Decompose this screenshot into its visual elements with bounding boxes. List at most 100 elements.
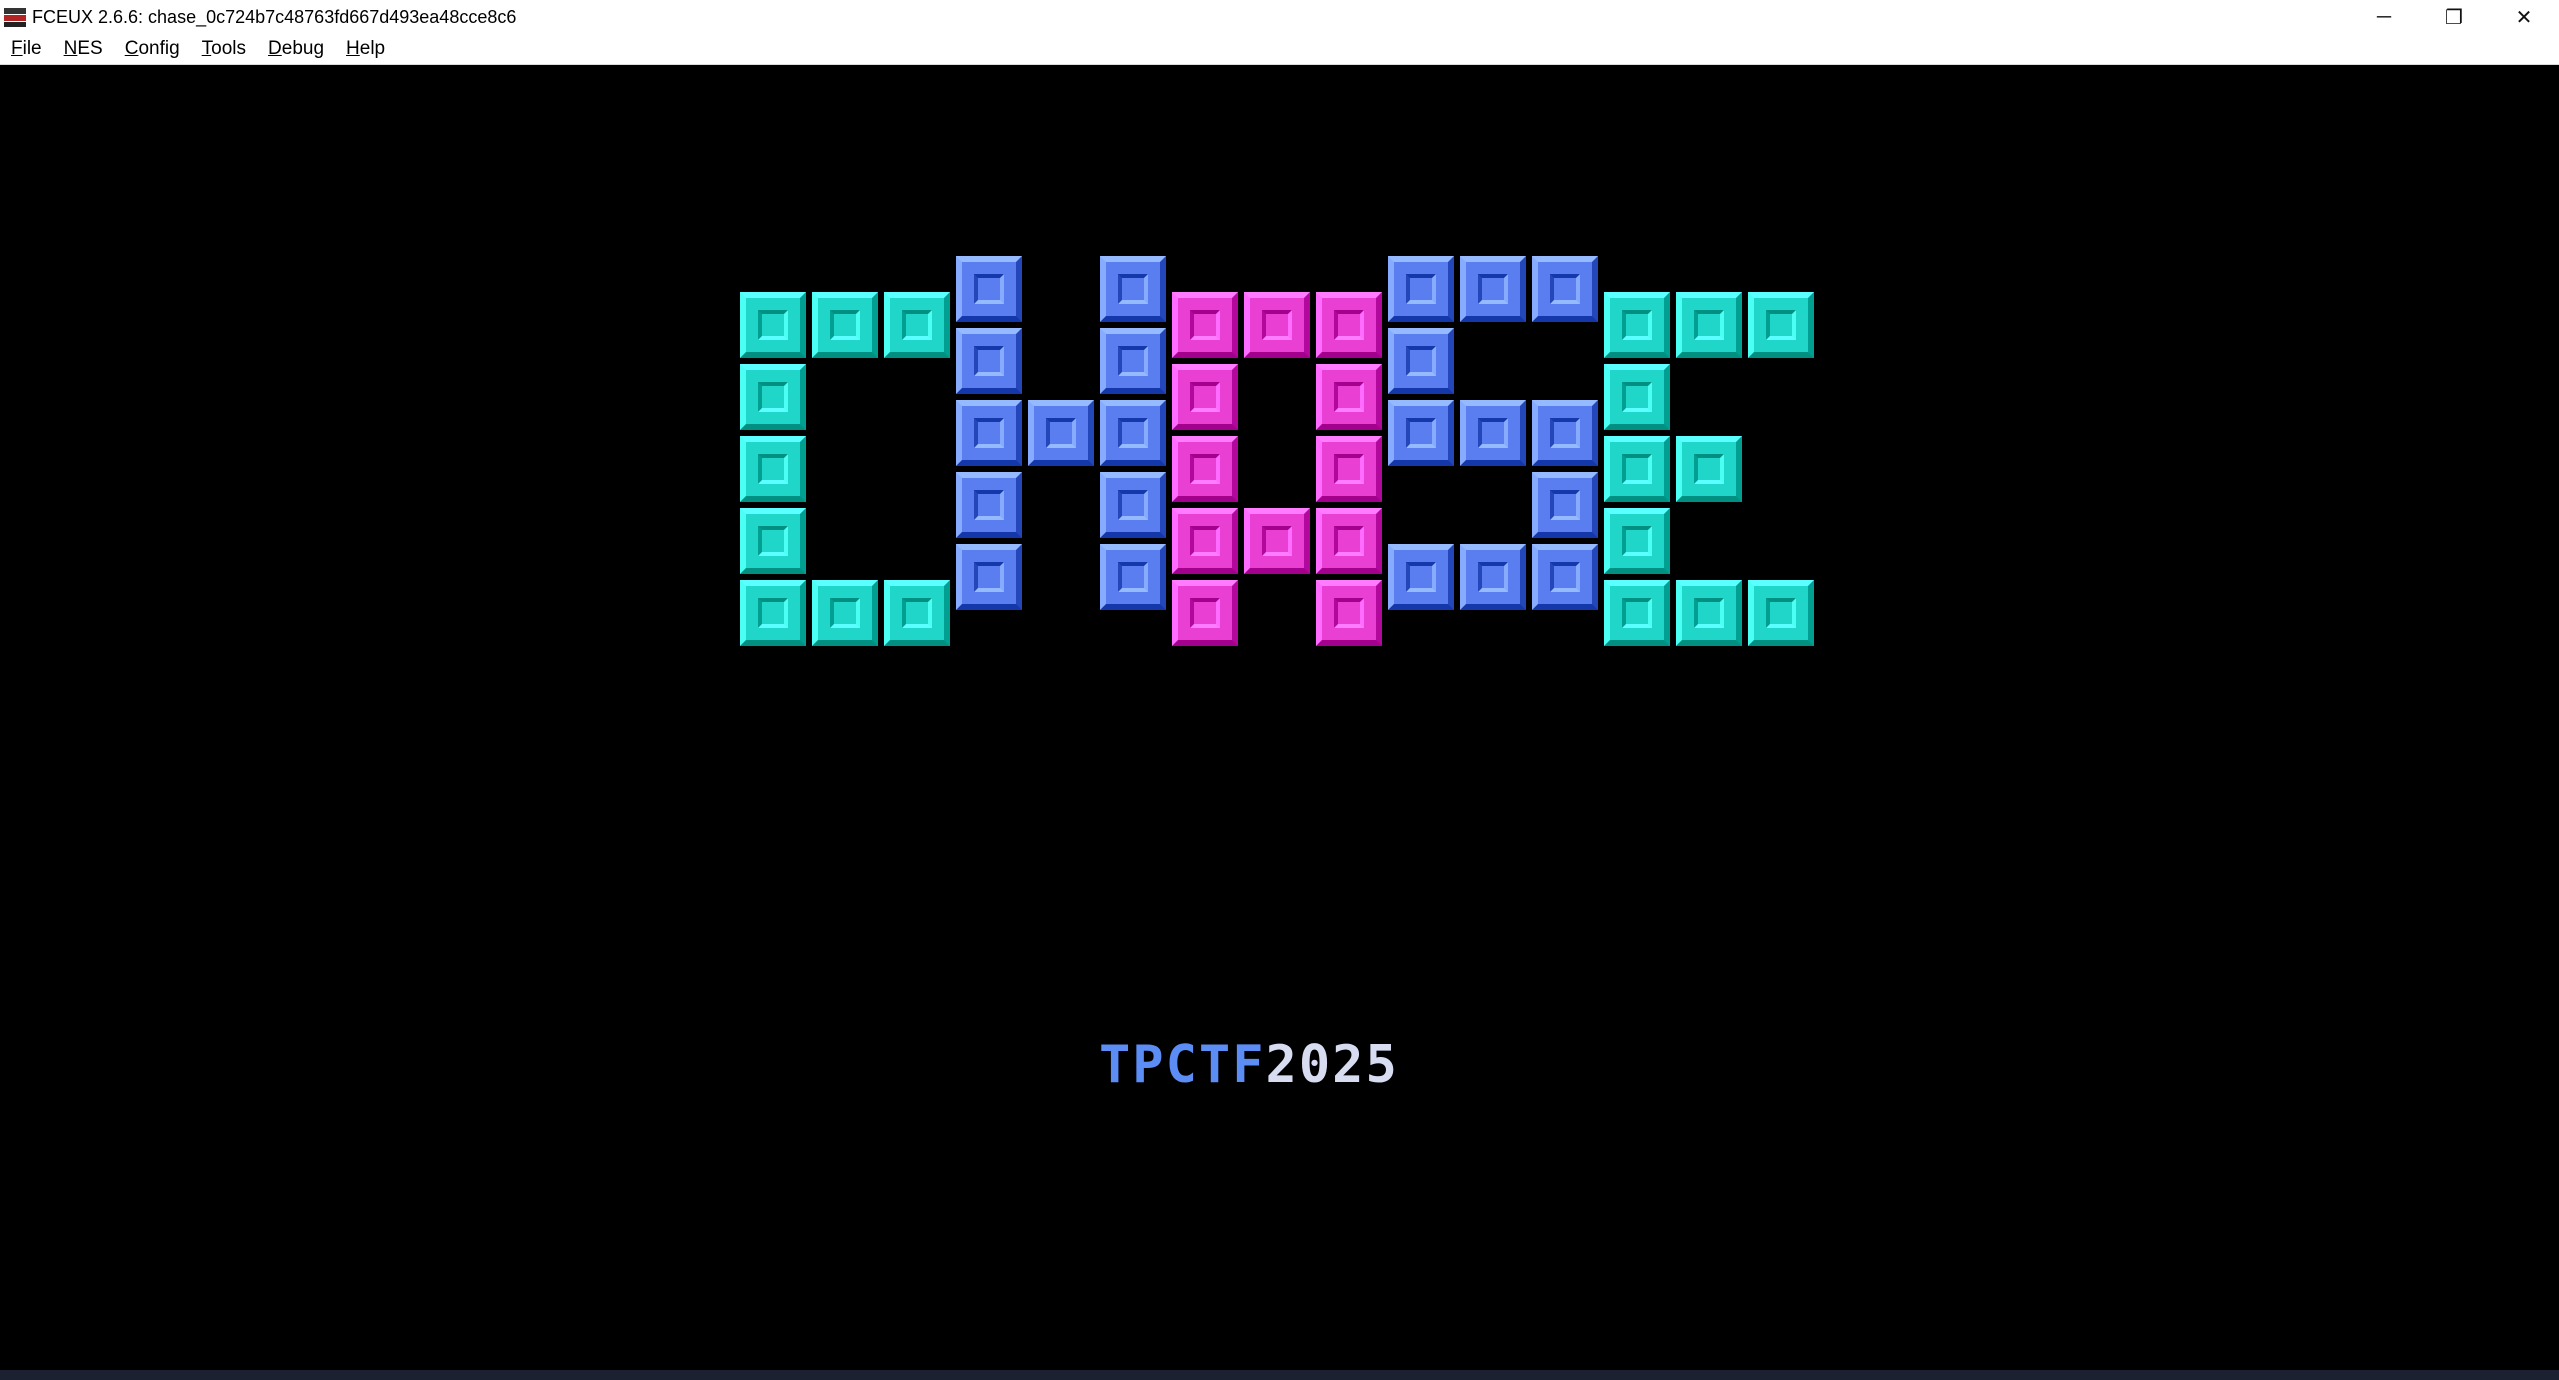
- blue-tile-inset: [1406, 562, 1436, 592]
- minimize-button[interactable]: ─: [2349, 0, 2419, 34]
- blue-tile: [1532, 472, 1598, 538]
- menu-debug[interactable]: Debug: [257, 34, 335, 64]
- blue-tile: [956, 256, 1022, 322]
- cyan-tile: [884, 292, 950, 358]
- menu-file[interactable]: File: [0, 34, 53, 64]
- cyan-tile-inset: [1622, 382, 1652, 412]
- cyan-tile-inset: [1694, 454, 1724, 484]
- blue-tile: [1100, 544, 1166, 610]
- cyan-tile-inset: [758, 310, 788, 340]
- menu-help[interactable]: Help: [335, 34, 396, 64]
- cyan-tile: [1748, 292, 1814, 358]
- blue-tile-inset: [1406, 274, 1436, 304]
- menu-debug-label: ebug: [281, 38, 325, 59]
- blue-tile-inset: [1118, 274, 1148, 304]
- cyan-tile: [1676, 580, 1742, 646]
- logo-text-year: 2025: [1265, 1035, 1399, 1095]
- cyan-tile: [812, 580, 878, 646]
- taskbar-edge: [0, 1370, 2559, 1380]
- blue-tile-inset: [1406, 418, 1436, 448]
- blue-tile-inset: [1550, 490, 1580, 520]
- blue-tile: [956, 400, 1022, 466]
- menu-file-mnemonic: F: [11, 38, 23, 59]
- blue-tile: [1388, 256, 1454, 322]
- magenta-tile-inset: [1334, 598, 1364, 628]
- blue-tile: [1100, 328, 1166, 394]
- blue-tile: [1460, 400, 1526, 466]
- cyan-tile: [740, 436, 806, 502]
- menu-tools-mnemonic: T: [201, 38, 212, 59]
- magenta-tile-inset: [1262, 526, 1292, 556]
- blue-tile-inset: [1118, 490, 1148, 520]
- blue-tile: [1100, 472, 1166, 538]
- magenta-tile: [1172, 580, 1238, 646]
- blue-tile: [1100, 400, 1166, 466]
- magenta-tile-inset: [1190, 526, 1220, 556]
- tpctf-2025-logo: TPCTF2025: [1099, 1035, 1399, 1095]
- cyan-tile-inset: [830, 310, 860, 340]
- cyan-tile: [740, 580, 806, 646]
- blue-tile-inset: [1118, 418, 1148, 448]
- close-button[interactable]: ✕: [2489, 0, 2559, 34]
- menu-help-mnemonic: H: [346, 38, 360, 59]
- menu-config-mnemonic: C: [124, 38, 139, 59]
- restore-button[interactable]: ❐: [2419, 0, 2489, 34]
- cyan-tile-inset: [758, 454, 788, 484]
- magenta-tile-inset: [1334, 526, 1364, 556]
- menu-bar: File NES Config Tools Debug Help: [0, 34, 2559, 65]
- cyan-tile-inset: [758, 526, 788, 556]
- cyan-tile-inset: [830, 598, 860, 628]
- restore-icon: ❐: [2445, 6, 2463, 29]
- blue-tile-inset: [974, 346, 1004, 376]
- blue-tile-inset: [1550, 418, 1580, 448]
- game-screen[interactable]: TPCTF2025: [0, 65, 2559, 1370]
- logo-text-tpctf: TPCTF: [1099, 1035, 1266, 1095]
- menu-nes-mnemonic: N: [63, 38, 78, 59]
- magenta-tile-inset: [1190, 310, 1220, 340]
- cyan-tile-inset: [902, 598, 932, 628]
- blue-tile: [1532, 256, 1598, 322]
- menu-tools[interactable]: Tools: [191, 34, 257, 64]
- blue-tile-inset: [1550, 562, 1580, 592]
- blue-tile: [956, 328, 1022, 394]
- menu-tools-label: ools: [211, 38, 247, 59]
- blue-tile-inset: [974, 418, 1004, 448]
- blue-tile-inset: [1478, 418, 1508, 448]
- magenta-tile: [1316, 292, 1382, 358]
- blue-tile-inset: [1118, 562, 1148, 592]
- menu-nes-label: ES: [77, 38, 103, 59]
- cyan-tile-inset: [1622, 526, 1652, 556]
- cyan-tile: [1604, 508, 1670, 574]
- cyan-tile: [1676, 436, 1742, 502]
- blue-tile-inset: [974, 274, 1004, 304]
- cyan-tile-inset: [1766, 598, 1796, 628]
- blue-tile-inset: [974, 490, 1004, 520]
- menu-nes[interactable]: NES: [53, 34, 114, 64]
- fceux-app-icon[interactable]: [4, 6, 26, 28]
- cyan-tile: [1748, 580, 1814, 646]
- blue-tile: [1388, 400, 1454, 466]
- magenta-tile: [1316, 364, 1382, 430]
- menu-config[interactable]: Config: [114, 34, 191, 64]
- minimize-icon: ─: [2376, 5, 2392, 28]
- magenta-tile: [1172, 292, 1238, 358]
- blue-tile-inset: [1046, 418, 1076, 448]
- blue-tile: [1532, 544, 1598, 610]
- magenta-tile: [1172, 508, 1238, 574]
- blue-tile: [1532, 400, 1598, 466]
- magenta-tile-inset: [1190, 454, 1220, 484]
- magenta-tile: [1316, 580, 1382, 646]
- magenta-tile-inset: [1334, 454, 1364, 484]
- cyan-tile: [1604, 580, 1670, 646]
- cyan-tile: [884, 580, 950, 646]
- menu-help-label: elp: [359, 38, 386, 59]
- window-title: FCEUX 2.6.6: chase_0c724b7c48763fd667d49…: [32, 6, 517, 27]
- menu-config-label: onfig: [138, 38, 180, 59]
- cyan-tile: [740, 364, 806, 430]
- close-icon: ✕: [2515, 6, 2533, 29]
- title-bar[interactable]: FCEUX 2.6.6: chase_0c724b7c48763fd667d49…: [0, 0, 2559, 35]
- blue-tile-inset: [1550, 274, 1580, 304]
- cyan-tile: [1604, 436, 1670, 502]
- blue-tile: [1100, 256, 1166, 322]
- magenta-tile-inset: [1262, 310, 1292, 340]
